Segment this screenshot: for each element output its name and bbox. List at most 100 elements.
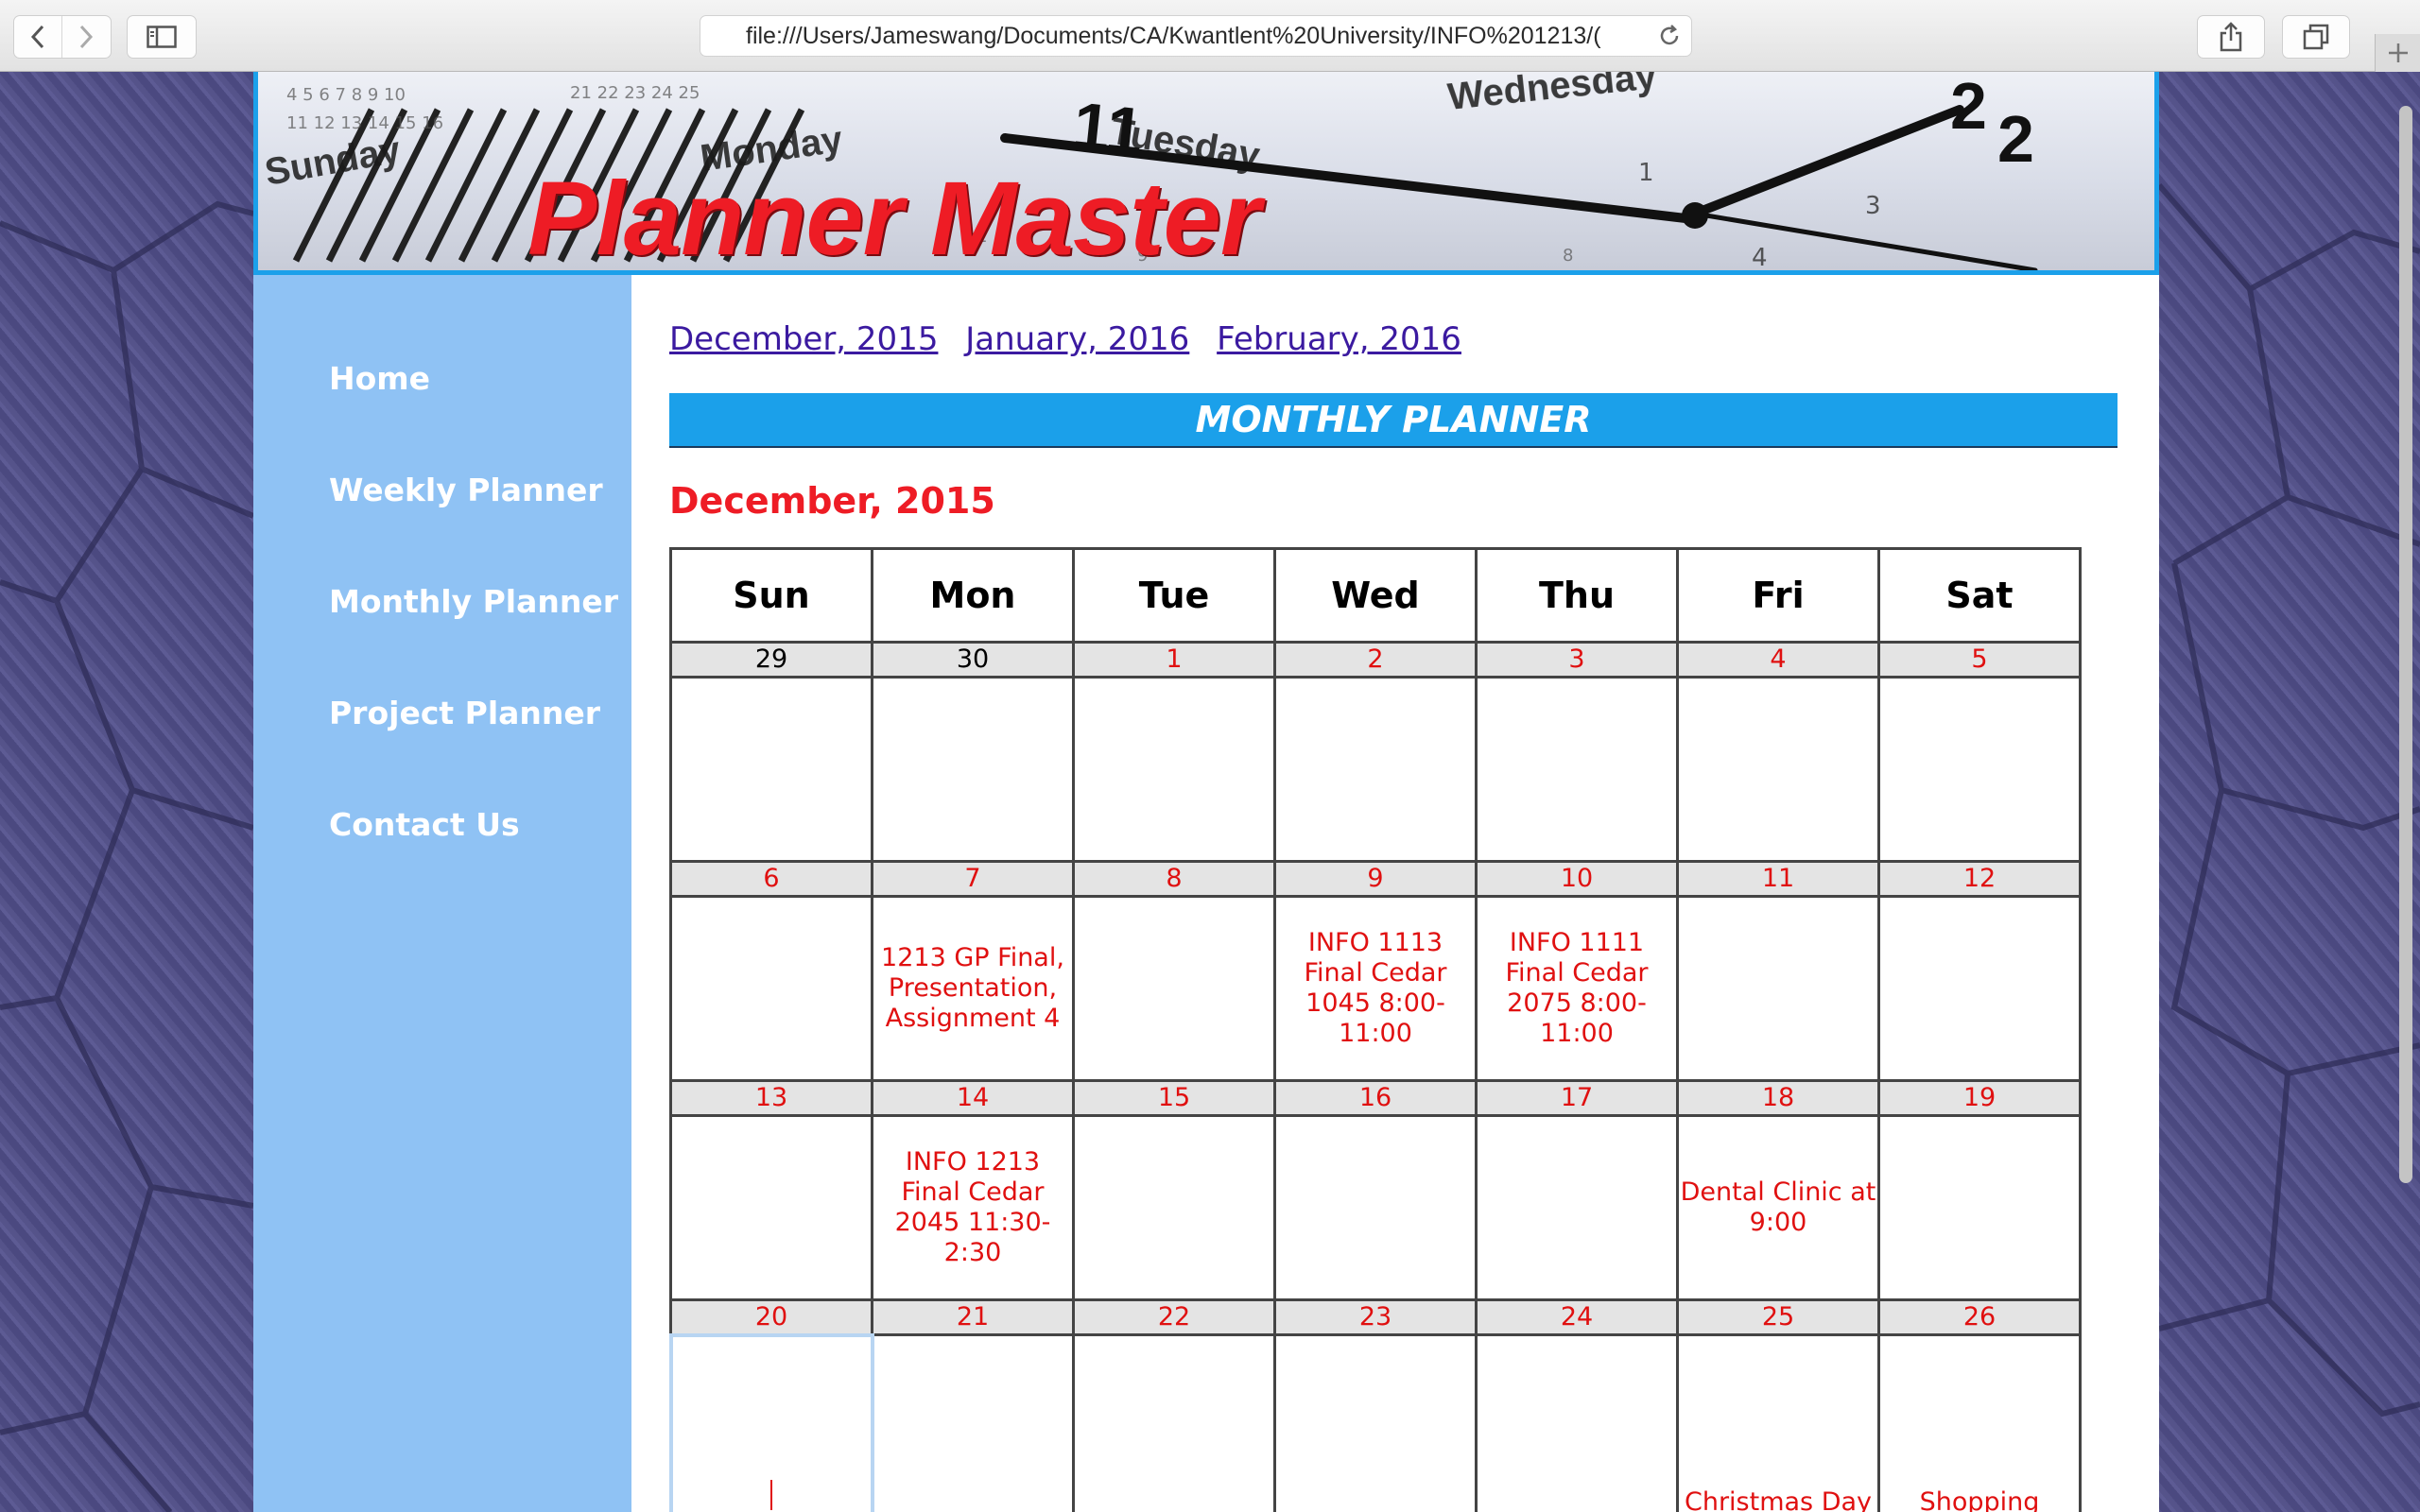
sidebar-nav: Home Weekly Planner Monthly Planner Proj… [253, 275, 631, 1512]
header-banner: 4 5 6 7 8 9 10 11 12 13 14 15 16 21 22 2… [253, 72, 2159, 275]
day-number: 23 [1273, 1298, 1478, 1336]
day-events-row: INFO 1213 Final Cedar 2045 11:30-2:30 De… [669, 1114, 2082, 1301]
day-number: 16 [1273, 1079, 1478, 1117]
weekday-mon: Mon [871, 547, 1075, 644]
day-event-cell[interactable] [1676, 676, 1880, 863]
day-event-cell[interactable]: Dental Clinic at 9:00 [1676, 1114, 1880, 1301]
planner-site: 4 5 6 7 8 9 10 11 12 13 14 15 16 21 22 2… [253, 72, 2159, 1512]
day-event-cell[interactable] [669, 1114, 873, 1301]
weekday-wed: Wed [1273, 547, 1478, 644]
share-button[interactable] [2197, 15, 2265, 59]
nav-monthly-planner-link[interactable]: Monthly Planner [329, 583, 618, 620]
day-number: 11 [1676, 860, 1880, 898]
day-event-cell[interactable] [1072, 1114, 1276, 1301]
sidebar-icon [147, 26, 177, 48]
reload-icon[interactable] [1656, 23, 1683, 49]
day-number: 1 [1072, 641, 1276, 679]
monthly-planner-heading: MONTHLY PLANNER [669, 393, 2118, 448]
day-event-cell[interactable]: 1213 GP Final, Presentation, Assignment … [871, 895, 1075, 1082]
nav-home-link[interactable]: Home [329, 360, 430, 397]
day-event-cell[interactable] [1475, 676, 1679, 863]
day-event-cell-editing[interactable] [668, 1332, 874, 1512]
day-event-cell[interactable] [1273, 676, 1478, 863]
day-number: 30 [871, 641, 1075, 679]
day-event-cell[interactable] [1475, 1114, 1679, 1301]
monthly-calendar: Sun Mon Tue Wed Thu Fri Sat 29 30 1 2 3 … [668, 547, 2082, 1512]
day-number: 13 [669, 1079, 873, 1117]
day-event-cell[interactable] [1877, 676, 2082, 863]
day-event-cell[interactable] [1273, 1114, 1478, 1301]
day-event-cell[interactable]: INFO 1113 Final Cedar 1045 8:00-11:00 [1273, 895, 1478, 1082]
weekday-tue: Tue [1072, 547, 1276, 644]
day-event-cell[interactable] [1676, 895, 1880, 1082]
day-number: 18 [1676, 1079, 1880, 1117]
month-link-january-2016[interactable]: January, 2016 [965, 320, 1189, 358]
weekday-fri: Fri [1676, 547, 1880, 644]
address-bar[interactable]: file:///Users/Jameswang/Documents/CA/Kwa… [700, 15, 1692, 57]
weekday-thu: Thu [1475, 547, 1679, 644]
day-number: 20 [669, 1298, 873, 1336]
day-event-cell[interactable] [1072, 1333, 1276, 1512]
nav-project-planner-link[interactable]: Project Planner [329, 695, 600, 731]
banner-wednesday-word: Wednesday [1445, 72, 1659, 118]
nav-contact-us-link[interactable]: Contact Us [329, 806, 520, 843]
forward-button[interactable] [61, 16, 110, 58]
day-number: 22 [1072, 1298, 1276, 1336]
day-event-cell[interactable] [1877, 895, 2082, 1082]
svg-text:1: 1 [1638, 159, 1654, 187]
forward-icon [79, 25, 94, 49]
day-number: 10 [1475, 860, 1679, 898]
day-number: 8 [1072, 860, 1276, 898]
day-number: 19 [1877, 1079, 2082, 1117]
day-number: 12 [1877, 860, 2082, 898]
day-number: 29 [669, 641, 873, 679]
back-button[interactable] [14, 16, 61, 58]
day-event-cell[interactable] [871, 1333, 1075, 1512]
svg-text:2: 2 [1997, 102, 2034, 176]
day-number: 4 [1676, 641, 1880, 679]
back-icon [30, 25, 44, 49]
day-event-cell[interactable]: Shopping [1877, 1333, 2082, 1512]
month-link-february-2016[interactable]: February, 2016 [1217, 320, 1461, 358]
day-event-cell[interactable]: Christmas Day [1676, 1333, 1880, 1512]
new-tab-button[interactable] [2375, 34, 2420, 72]
day-event-cell[interactable] [1877, 1114, 2082, 1301]
month-link-december-2015[interactable]: December, 2015 [669, 320, 938, 358]
day-event-cell[interactable] [1072, 676, 1276, 863]
browser-toolbar: file:///Users/Jameswang/Documents/CA/Kwa… [0, 0, 2420, 72]
day-number: 26 [1877, 1298, 2082, 1336]
plus-icon [2389, 43, 2408, 62]
day-number-row: 13 14 15 16 17 18 19 [669, 1079, 2082, 1117]
weekday-header-row: Sun Mon Tue Wed Thu Fri Sat [669, 547, 2082, 644]
day-number: 7 [871, 860, 1075, 898]
day-number: 2 [1273, 641, 1478, 679]
text-caret [770, 1480, 772, 1510]
vertical-scrollbar[interactable] [2399, 106, 2412, 1183]
day-event-cell[interactable] [1072, 895, 1276, 1082]
day-number: 6 [669, 860, 873, 898]
day-event-cell[interactable] [1475, 1333, 1679, 1512]
day-number: 25 [1676, 1298, 1880, 1336]
day-number: 3 [1475, 641, 1679, 679]
svg-text:11 12 13 14 15 16: 11 12 13 14 15 16 [286, 113, 443, 133]
day-number-row: 29 30 1 2 3 4 5 [669, 641, 2082, 679]
nav-weekly-planner-link[interactable]: Weekly Planner [329, 472, 603, 508]
day-number: 5 [1877, 641, 2082, 679]
day-event-cell[interactable]: INFO 1213 Final Cedar 2045 11:30-2:30 [871, 1114, 1075, 1301]
show-tabs-button[interactable] [2282, 15, 2350, 59]
sidebar-toggle-button[interactable] [127, 15, 197, 59]
day-event-cell[interactable] [1273, 1333, 1478, 1512]
svg-text:4: 4 [1752, 244, 1768, 272]
day-events-row [669, 676, 2082, 863]
day-event-cell[interactable] [871, 676, 1075, 863]
main-content: December, 2015 January, 2016 February, 2… [631, 275, 2159, 1512]
day-event-cell[interactable] [669, 895, 873, 1082]
day-event-cell[interactable]: INFO 1111 Final Cedar 2075 8:00-11:00 [1475, 895, 1679, 1082]
day-number: 21 [871, 1298, 1075, 1336]
day-events-row: Christmas Day Shopping [668, 1332, 2082, 1512]
weekday-sat: Sat [1877, 547, 2082, 644]
page-viewport: 4 5 6 7 8 9 10 11 12 13 14 15 16 21 22 2… [0, 72, 2420, 1512]
day-event-cell[interactable] [669, 676, 873, 863]
svg-text:8: 8 [1563, 246, 1573, 266]
svg-text:21 22 23 24 25: 21 22 23 24 25 [570, 83, 700, 103]
